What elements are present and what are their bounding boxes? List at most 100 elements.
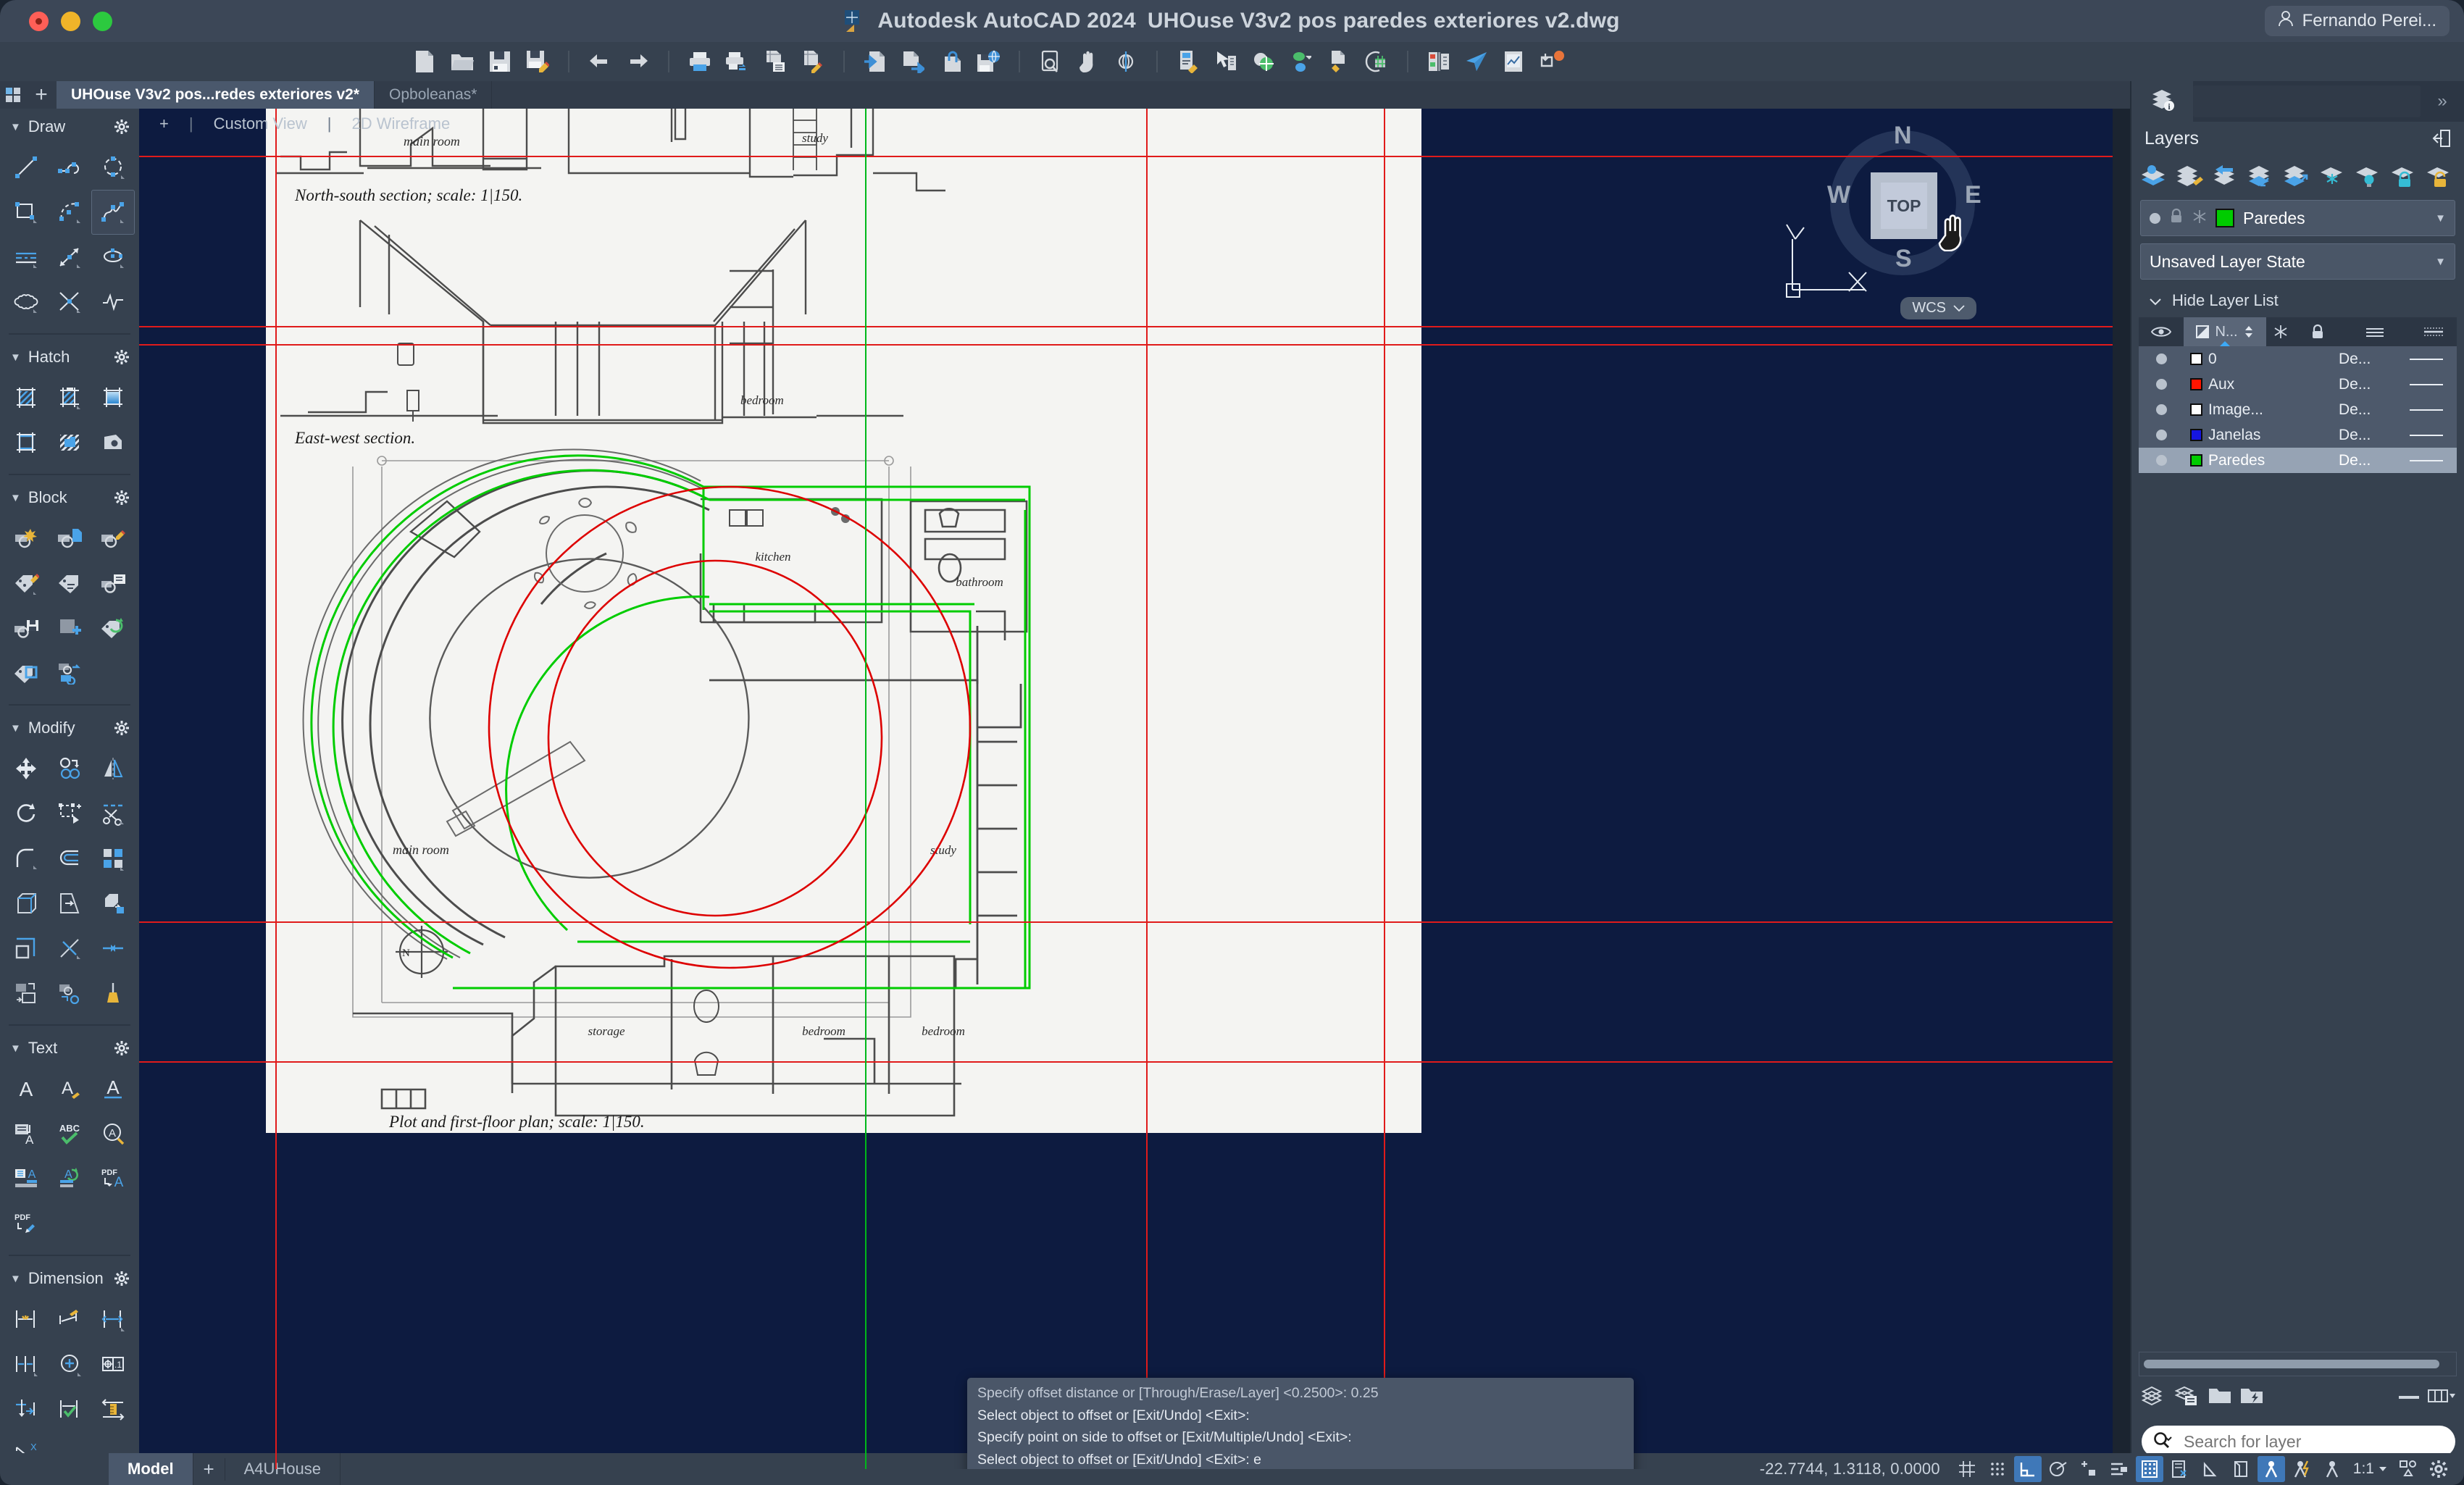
table-row[interactable]: Janelas De... [2139,422,2457,448]
layer-make-current-button[interactable] [2244,159,2278,193]
attribute-edit-tool[interactable] [48,561,91,606]
block-replace-tool[interactable] [48,651,91,695]
offset-tool[interactable] [48,836,91,881]
page-setup-button[interactable] [756,44,794,79]
etransmit-button[interactable] [969,44,1007,79]
pdf-smart-icon[interactable]: PDF [4,1201,48,1246]
layer-state-button[interactable] [2173,159,2207,193]
print-button[interactable] [681,44,719,79]
gear-icon[interactable] [114,350,129,364]
view-cube[interactable]: N S E W TOP [1827,116,1997,283]
array-tool[interactable] [91,836,135,881]
scale-tool[interactable] [48,791,91,836]
gear-icon[interactable] [114,490,129,505]
visual-style-button[interactable]: 2D Wireframe [342,114,461,133]
share-button[interactable] [1458,44,1495,79]
columns-icon[interactable] [2428,1387,2455,1408]
lineweight-column-header[interactable] [2410,317,2457,346]
point-tool[interactable] [48,280,91,325]
trim-scissors-icon[interactable] [91,791,135,836]
compass-east-label[interactable]: E [1965,181,1981,209]
wipeout-tool[interactable] [91,420,135,465]
dim-tolerance-icon[interactable]: .1 [91,1342,135,1386]
explode-tool[interactable] [48,971,91,1016]
region-tool[interactable] [48,420,91,465]
fillet-tool[interactable] [4,836,48,881]
compass-north-label[interactable]: N [1894,122,1912,150]
text-table-icon[interactable]: A [4,1156,48,1201]
design-center-button[interactable] [1420,44,1458,79]
linetype-column-header[interactable] [2340,317,2410,346]
dim-radius-icon[interactable] [48,1342,91,1386]
polar-tracking-toggle[interactable] [2045,1456,2072,1482]
layer-visibility-icon[interactable] [2155,379,2167,390]
layer-color-swatch[interactable] [2189,429,2202,441]
wave-tool[interactable] [91,280,135,325]
redo-button[interactable] [619,44,656,79]
line-tool[interactable] [4,145,48,190]
layer-list-icon[interactable] [2174,1385,2200,1410]
zoom-window-button[interactable] [1032,44,1069,79]
hatch-edit-tool[interactable] [48,375,91,420]
dim-baseline-icon[interactable] [4,1386,48,1431]
view-cube-top-face[interactable]: TOP [1871,172,1937,239]
extend-tool[interactable] [48,926,91,971]
annotation-scale-dropdown[interactable]: 1:1 [2349,1460,2392,1478]
chevron-down-icon[interactable]: ▼ [2435,256,2446,268]
save-as-button[interactable] [519,44,556,79]
user-account-button[interactable]: Fernando Perei... [2264,6,2450,36]
new-tab-button[interactable]: + [26,81,57,109]
lock-icon[interactable] [2169,208,2184,228]
gear-icon[interactable] [114,120,129,134]
layer-match-button[interactable] [2279,159,2313,193]
annotation-visibility-toggle[interactable] [2257,1456,2285,1482]
model-tab[interactable]: Model [109,1453,193,1485]
import-button[interactable] [856,44,894,79]
lineweight-display-toggle[interactable] [2135,1456,2163,1482]
properties-button[interactable] [1169,44,1207,79]
freeze-column-header[interactable] [2266,317,2295,346]
workspace-icon[interactable] [2394,1456,2422,1482]
quick-select-button[interactable] [1207,44,1245,79]
construction-line-tool[interactable] [4,235,48,280]
spellcheck-abc-icon[interactable]: ABC [48,1111,91,1156]
dim-continue-icon[interactable] [4,1342,48,1386]
section-header-dimension[interactable]: ▼ Dimension [0,1260,139,1297]
mirror-tool[interactable] [91,746,135,791]
pan-button[interactable] [1069,44,1107,79]
align-tool[interactable] [4,971,48,1016]
layer-list-scroll-area[interactable] [2139,1352,2457,1376]
export-button[interactable] [894,44,932,79]
layers-tab[interactable]: i [2131,81,2193,122]
wblock-tool[interactable] [4,606,48,651]
layer-visibility-icon[interactable] [2155,430,2167,440]
boundary-tool[interactable] [4,420,48,465]
attribute-manager-tool[interactable] [91,561,135,606]
layer-state-combo[interactable]: Unsaved Layer State ▼ [2140,243,2455,280]
gear-icon[interactable] [114,1041,129,1055]
chevron-down-icon[interactable]: ▼ [2435,212,2446,225]
purge-button[interactable] [1320,44,1358,79]
stretch-tool[interactable] [4,926,48,971]
grid-toggle[interactable] [1953,1456,1981,1482]
layer-color-swatch[interactable] [2189,378,2202,390]
compass-west-label[interactable]: W [1827,181,1850,209]
ellipse-tool[interactable] [91,235,135,280]
drawing-sheet[interactable]: main room study North-south section; sca… [266,109,1421,1133]
gear-icon[interactable] [114,1271,129,1286]
layer-color-swatch[interactable] [2189,353,2202,365]
match-properties-button[interactable] [1245,44,1282,79]
compass-south-label[interactable]: S [1895,245,1912,273]
dim-scale-icon[interactable] [91,1386,135,1431]
taper-tool[interactable] [48,881,91,926]
dim-update-icon[interactable] [48,1386,91,1431]
section-header-hatch[interactable]: ▼ Hatch [0,339,139,375]
name-column-header[interactable]: N... [2184,317,2266,346]
wcs-dropdown[interactable]: WCS [1900,297,1976,319]
eye-icon[interactable] [2139,317,2184,346]
find-text-icon[interactable]: A [91,1111,135,1156]
undo-button[interactable] [581,44,619,79]
annotation-autoscale-toggle[interactable] [2288,1456,2315,1482]
layer-color-button[interactable] [1282,44,1320,79]
plot-button[interactable] [719,44,756,79]
